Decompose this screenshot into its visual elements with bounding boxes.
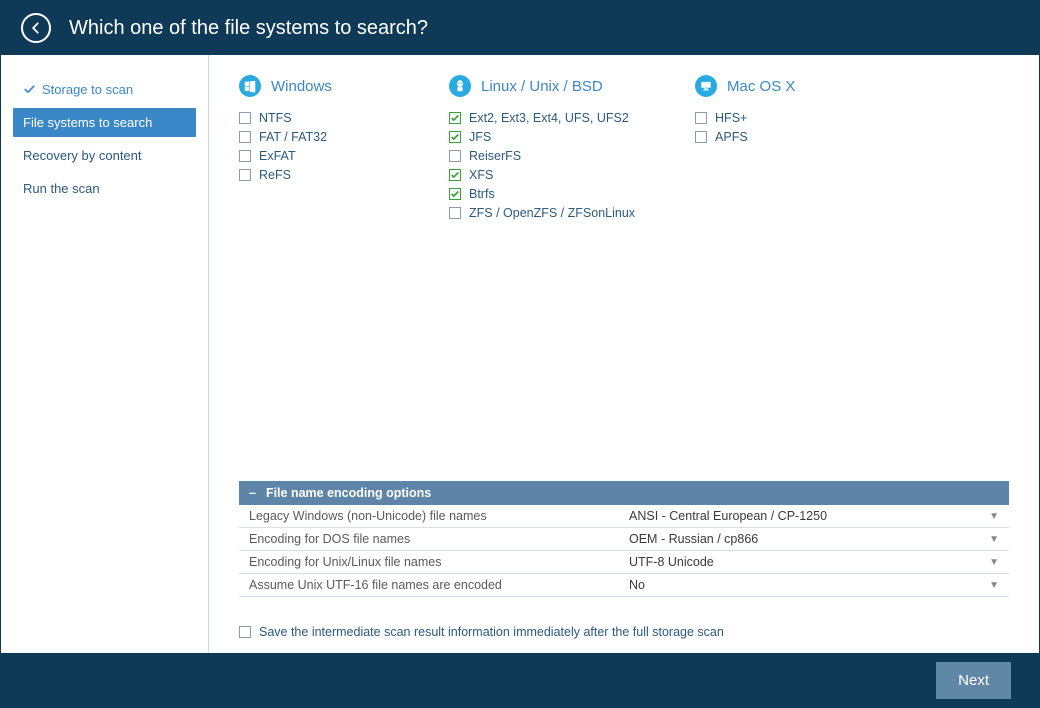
chevron-down-icon: ▼ [989, 534, 999, 545]
checkbox[interactable] [239, 150, 251, 162]
encoding-value-select[interactable]: No▼ [619, 574, 1009, 596]
arrow-left-icon [29, 21, 43, 35]
encoding-value-select[interactable]: UTF-8 Unicode▼ [619, 551, 1009, 573]
column-mac: Mac OS X HFS+ APFS [695, 75, 845, 220]
back-button[interactable] [21, 13, 51, 43]
encoding-row: Legacy Windows (non-Unicode) file names … [239, 505, 1009, 528]
next-button[interactable]: Next [936, 662, 1011, 699]
fs-label: NTFS [259, 111, 292, 125]
step-label: File systems to search [23, 115, 152, 130]
checkbox[interactable] [449, 150, 461, 162]
step-label: Recovery by content [23, 148, 142, 163]
mac-icon [695, 75, 717, 97]
fs-jfs[interactable]: JFS [449, 130, 635, 144]
encoding-label: Encoding for DOS file names [239, 528, 619, 550]
spacer [239, 220, 1009, 471]
filesystem-list-mac: HFS+ APFS [695, 111, 845, 144]
chevron-down-icon: ▼ [989, 511, 999, 522]
fs-label: Ext2, Ext3, Ext4, UFS, UFS2 [469, 111, 629, 125]
column-linux: Linux / Unix / BSD Ext2, Ext3, Ext4, UFS… [449, 75, 635, 220]
column-windows: Windows NTFS FAT / FAT32 ExFAT ReFS [239, 75, 389, 220]
chevron-down-icon: ▼ [989, 580, 999, 591]
encoding-value-select[interactable]: OEM - Russian / cp866▼ [619, 528, 1009, 550]
checkbox[interactable] [449, 112, 461, 124]
checkbox[interactable] [239, 169, 251, 181]
column-title: Linux / Unix / BSD [481, 78, 603, 95]
filesystem-list-linux: Ext2, Ext3, Ext4, UFS, UFS2 JFS ReiserFS… [449, 111, 635, 220]
checkbox[interactable] [449, 188, 461, 200]
fs-xfs[interactable]: XFS [449, 168, 635, 182]
fs-zfs[interactable]: ZFS / OpenZFS / ZFSonLinux [449, 206, 635, 220]
fs-ntfs[interactable]: NTFS [239, 111, 389, 125]
step-label: Run the scan [23, 181, 100, 196]
encoding-row: Encoding for DOS file names OEM - Russia… [239, 528, 1009, 551]
encoding-label: Legacy Windows (non-Unicode) file names [239, 505, 619, 527]
checkbox[interactable] [449, 169, 461, 181]
encoding-row: Encoding for Unix/Linux file names UTF-8… [239, 551, 1009, 574]
fs-label: JFS [469, 130, 491, 144]
step-run-the-scan[interactable]: Run the scan [13, 174, 196, 203]
sidebar: Storage to scan File systems to search R… [1, 55, 209, 653]
column-title: Windows [271, 78, 332, 95]
check-icon [23, 83, 36, 96]
save-intermediate-checkbox[interactable]: Save the intermediate scan result inform… [239, 625, 1009, 639]
main: Windows NTFS FAT / FAT32 ExFAT ReFS Linu… [209, 55, 1039, 653]
checkbox[interactable] [239, 626, 251, 638]
fs-fat[interactable]: FAT / FAT32 [239, 130, 389, 144]
fs-btrfs[interactable]: Btrfs [449, 187, 635, 201]
checkbox[interactable] [239, 112, 251, 124]
fs-ext[interactable]: Ext2, Ext3, Ext4, UFS, UFS2 [449, 111, 635, 125]
encoding-title: File name encoding options [266, 486, 431, 500]
fs-refs[interactable]: ReFS [239, 168, 389, 182]
checkbox[interactable] [239, 131, 251, 143]
fs-reiserfs[interactable]: ReiserFS [449, 149, 635, 163]
fs-label: ReiserFS [469, 149, 521, 163]
page-title: Which one of the file systems to search? [69, 17, 428, 40]
fs-label: ZFS / OpenZFS / ZFSonLinux [469, 206, 635, 220]
column-header: Mac OS X [695, 75, 845, 97]
windows-icon [239, 75, 261, 97]
step-recovery-by-content[interactable]: Recovery by content [13, 141, 196, 170]
collapse-icon: – [249, 486, 256, 500]
encoding-label: Assume Unix UTF-16 file names are encode… [239, 574, 619, 596]
fs-label: HFS+ [715, 111, 747, 125]
fs-label: ExFAT [259, 149, 296, 163]
step-label: Storage to scan [42, 82, 133, 97]
fs-label: Btrfs [469, 187, 495, 201]
save-intermediate-label: Save the intermediate scan result inform… [259, 625, 724, 639]
encoding-header[interactable]: – File name encoding options [239, 481, 1009, 505]
fs-label: APFS [715, 130, 748, 144]
filesystem-columns: Windows NTFS FAT / FAT32 ExFAT ReFS Linu… [239, 75, 1009, 220]
encoding-row: Assume Unix UTF-16 file names are encode… [239, 574, 1009, 597]
filesystem-list-windows: NTFS FAT / FAT32 ExFAT ReFS [239, 111, 389, 182]
column-header: Linux / Unix / BSD [449, 75, 635, 97]
fs-hfs[interactable]: HFS+ [695, 111, 845, 125]
chevron-down-icon: ▼ [989, 557, 999, 568]
checkbox[interactable] [695, 131, 707, 143]
column-header: Windows [239, 75, 389, 97]
checkbox[interactable] [449, 131, 461, 143]
encoding-panel: – File name encoding options Legacy Wind… [239, 481, 1009, 597]
encoding-label: Encoding for Unix/Linux file names [239, 551, 619, 573]
fs-exfat[interactable]: ExFAT [239, 149, 389, 163]
fs-label: FAT / FAT32 [259, 130, 327, 144]
footer: Next [1, 653, 1039, 708]
step-file-systems[interactable]: File systems to search [13, 108, 196, 137]
fs-label: ReFS [259, 168, 291, 182]
header: Which one of the file systems to search? [1, 1, 1039, 55]
fs-label: XFS [469, 168, 493, 182]
encoding-value-select[interactable]: ANSI - Central European / CP-1250▼ [619, 505, 1009, 527]
step-storage-to-scan[interactable]: Storage to scan [13, 75, 196, 104]
checkbox[interactable] [695, 112, 707, 124]
fs-apfs[interactable]: APFS [695, 130, 845, 144]
column-title: Mac OS X [727, 78, 795, 95]
body: Storage to scan File systems to search R… [1, 55, 1039, 653]
linux-icon [449, 75, 471, 97]
checkbox[interactable] [449, 207, 461, 219]
